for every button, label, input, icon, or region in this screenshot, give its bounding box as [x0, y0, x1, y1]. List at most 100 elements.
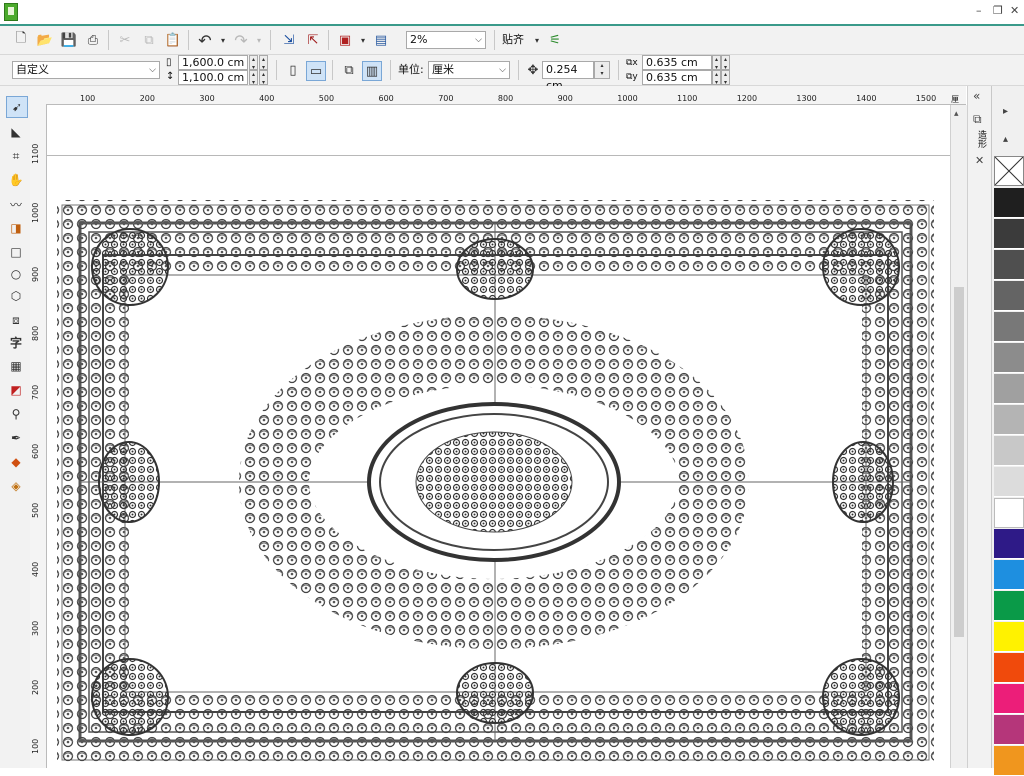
portrait-icon[interactable]: ▯ [284, 61, 302, 79]
page-preset-select[interactable]: 自定义 ⌵ [12, 61, 160, 79]
ellipse-tool-icon[interactable]: ○ [6, 264, 26, 284]
color-swatch[interactable] [994, 467, 1024, 497]
vertical-scrollbar[interactable]: ▴ [950, 105, 967, 768]
color-swatch[interactable] [994, 622, 1024, 652]
vertical-ruler[interactable]: 1100 1000 900 800 700 600 500 400 300 200 100 [30, 104, 47, 768]
freehand-tool-icon[interactable]: 〰 [6, 194, 26, 214]
import-icon[interactable]: ⇲ [280, 31, 298, 49]
width-spinner[interactable]: ▴ ▾ [249, 55, 258, 71]
app-launcher-icon[interactable]: ▤ [372, 31, 390, 49]
color-swatch[interactable] [994, 498, 1024, 528]
basic-shapes-icon[interactable]: ⧈ [6, 310, 26, 330]
color-swatch[interactable] [994, 281, 1024, 311]
nudge-spinner[interactable]: ▴ ▾ [594, 61, 610, 79]
save-icon[interactable]: 💾 [60, 31, 78, 49]
dup-x-spinner-b[interactable]: ▴ ▾ [721, 55, 730, 71]
dup-y-spinner[interactable]: ▴ ▾ [712, 70, 721, 86]
color-swatch[interactable] [994, 250, 1024, 280]
options-icon[interactable]: ⚟ [546, 31, 564, 49]
page-width-field[interactable]: 1,600.0 cm [178, 55, 248, 70]
fill-icon[interactable]: ◆ [6, 452, 26, 472]
table-tool-icon[interactable]: ▦ [6, 356, 26, 376]
polygon-tool-icon[interactable]: ⬡ [6, 286, 26, 306]
color-swatch[interactable] [994, 529, 1024, 559]
interactive-tool-icon[interactable]: ◩ [6, 380, 26, 400]
new-icon[interactable]: 🗋 [12, 31, 30, 49]
page-preset-value: 自定义 [16, 63, 49, 76]
width-spinner-b[interactable]: ▴ ▾ [259, 55, 268, 71]
height-spinner-b[interactable]: ▴ ▾ [259, 70, 268, 86]
snap-dropdown-icon[interactable]: ▾ [528, 31, 546, 49]
all-pages-icon[interactable]: ⧉ [340, 61, 358, 79]
palette-scroll-up-icon[interactable]: ▴ [1003, 134, 1008, 145]
color-swatch[interactable] [994, 746, 1024, 776]
ruler-tick-label: 900 [31, 266, 40, 282]
cut-icon[interactable]: ✂ [116, 31, 134, 49]
dup-y-spinner-b[interactable]: ▴ ▾ [721, 70, 730, 86]
color-swatch[interactable] [994, 436, 1024, 466]
zoom-level-select[interactable]: 2% ⌵ [406, 31, 486, 49]
publish-dropdown-icon[interactable]: ▾ [354, 31, 372, 49]
color-swatch[interactable] [994, 684, 1024, 714]
carpet-artwork[interactable] [47, 105, 950, 768]
shaping-docker-icon[interactable]: ⧉ [973, 112, 982, 127]
undo-dropdown-icon[interactable]: ▾ [214, 31, 232, 49]
color-swatch[interactable] [994, 312, 1024, 342]
dup-x-spinner[interactable]: ▴ ▾ [712, 55, 721, 71]
page-width-value: 1,600.0 cm [182, 56, 245, 69]
color-swatch[interactable] [994, 374, 1024, 404]
horizontal-ruler[interactable]: 厘米 100 200 300 400 500 600 700 800 900 1000 1100 12… [46, 86, 966, 105]
drawing-canvas[interactable] [47, 105, 950, 768]
palette-menu-icon[interactable]: ▸ [1003, 106, 1008, 117]
crop-tool-icon[interactable]: ⌗ [6, 146, 26, 166]
ruler-tick-label: 100 [80, 94, 96, 103]
redo-dropdown-icon[interactable]: ▾ [250, 31, 268, 49]
height-spinner[interactable]: ▴ ▾ [249, 70, 258, 86]
duplicate-y-field[interactable]: 0.635 cm [642, 70, 712, 85]
collapse-docker-icon[interactable]: « [973, 89, 980, 103]
open-icon[interactable]: 📂 [36, 31, 54, 49]
eyedropper-icon[interactable]: ⚲ [6, 404, 26, 424]
rectangle-tool-icon[interactable]: □ [6, 242, 26, 262]
scroll-thumb[interactable] [954, 287, 964, 637]
page-height-field[interactable]: 1,100.0 cm [178, 70, 248, 85]
snap-to-button[interactable]: 贴齐 [502, 32, 524, 48]
shape-tool-icon[interactable]: ◣ [6, 122, 26, 142]
print-icon[interactable]: ⎙ [84, 31, 102, 49]
smart-fill-icon[interactable]: ◨ [6, 218, 26, 238]
close-icon[interactable]: ✕ [1010, 4, 1019, 17]
property-bar: 自定义 ⌵ ▯ 1,600.0 cm ▴ ▾ ▴ ▾ ↕ 1,100.0 cm ▴ ▾… [0, 55, 1024, 92]
color-swatch[interactable] [994, 343, 1024, 373]
color-swatch[interactable] [994, 653, 1024, 683]
zoom-tool-icon[interactable]: ✋ [6, 170, 26, 190]
color-swatch[interactable] [994, 560, 1024, 590]
pick-tool-icon[interactable]: ➹ [6, 96, 28, 118]
ruler-origin[interactable] [30, 86, 47, 105]
no-color-swatch[interactable] [994, 156, 1024, 186]
paste-icon[interactable]: 📋 [164, 31, 182, 49]
current-page-icon[interactable]: ▥ [362, 61, 382, 81]
outline-icon[interactable]: ✒ [6, 428, 26, 448]
color-swatch[interactable] [994, 219, 1024, 249]
restore-icon[interactable]: ❐ [993, 4, 1003, 17]
scroll-up-icon[interactable]: ▴ [954, 109, 959, 119]
color-swatch[interactable] [994, 591, 1024, 621]
close-docker-icon[interactable]: ✕ [975, 154, 984, 167]
interactive-fill-icon[interactable]: ◈ [6, 476, 26, 496]
text-tool-icon[interactable]: 字 [6, 332, 26, 352]
nudge-distance-field[interactable]: 0.254 cm [542, 61, 594, 92]
ruler-tick-label: 1100 [677, 94, 698, 103]
landscape-icon[interactable]: ▭ [306, 61, 326, 81]
color-swatch[interactable] [994, 715, 1024, 745]
export-icon[interactable]: ⇱ [304, 31, 322, 49]
redo-icon[interactable]: ↷ [232, 31, 250, 50]
minimize-icon[interactable]: – [976, 4, 982, 17]
duplicate-x-field[interactable]: 0.635 cm [642, 55, 712, 70]
color-swatch[interactable] [994, 405, 1024, 435]
publish-icon[interactable]: ▣ [336, 31, 354, 49]
undo-icon[interactable]: ↶ [196, 31, 214, 50]
docker-tab-shaping[interactable]: 造形 [975, 130, 988, 148]
units-select[interactable]: 厘米 ⌵ [428, 61, 510, 79]
color-swatch[interactable] [994, 188, 1024, 218]
copy-icon[interactable]: ⧉ [140, 31, 158, 49]
